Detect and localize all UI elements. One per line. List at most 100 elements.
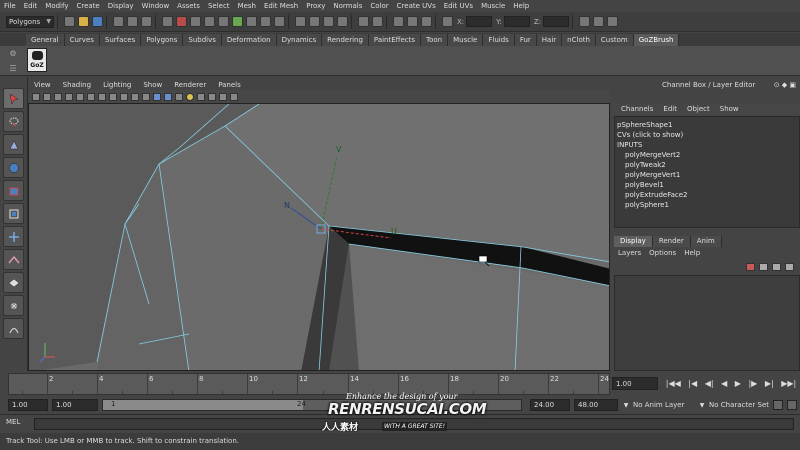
input-node[interactable]: polyExtrudeFace2: [617, 190, 797, 200]
anim-prefs-button[interactable]: [787, 400, 798, 410]
shadows-icon[interactable]: [197, 92, 205, 101]
shelf-tab-gozbrush[interactable]: GoZBrush: [633, 34, 680, 46]
wireframe-icon[interactable]: [142, 92, 150, 101]
safe-action-icon[interactable]: [131, 92, 139, 101]
playback-end-field[interactable]: 24.00: [530, 399, 570, 411]
use-all-lights-icon[interactable]: [186, 92, 194, 101]
new-layer-selected-icon[interactable]: [759, 263, 768, 271]
layer-menu-layers[interactable]: Layers: [614, 249, 645, 257]
menu-file[interactable]: File: [0, 2, 20, 10]
history-icon[interactable]: [372, 16, 383, 27]
shelf-tab-general[interactable]: General: [26, 34, 65, 46]
y-coord-field[interactable]: Y:: [496, 16, 530, 27]
snap-curve-icon[interactable]: [309, 16, 320, 27]
menu-edit-uvs[interactable]: Edit UVs: [440, 2, 477, 10]
range-slider[interactable]: 1 24: [102, 399, 522, 411]
paint-select-tool-icon[interactable]: [3, 134, 24, 155]
menu-mesh[interactable]: Mesh: [234, 2, 260, 10]
play-forward-icon[interactable]: ▶: [735, 379, 741, 388]
input-node[interactable]: polyTweak2: [617, 160, 797, 170]
input-node[interactable]: polyMergeVert1: [617, 170, 797, 180]
go-to-end-icon[interactable]: ▶▶|: [781, 379, 796, 388]
toggle-channel-box-icon[interactable]: [607, 16, 619, 27]
start-time-field[interactable]: 1.00: [8, 399, 48, 411]
layer-tab-anim[interactable]: Anim: [690, 236, 722, 247]
image-plane-icon[interactable]: [65, 92, 73, 101]
menu-edit-mesh[interactable]: Edit Mesh: [260, 2, 302, 10]
snap-plane-icon[interactable]: [337, 16, 348, 27]
field-chart-icon[interactable]: [120, 92, 128, 101]
shelf-tab-curves[interactable]: Curves: [64, 34, 100, 46]
wireframe-on-shaded-icon[interactable]: [164, 92, 172, 101]
new-scene-icon[interactable]: [64, 16, 75, 27]
shelf-tab-painteffects[interactable]: PaintEffects: [368, 34, 422, 46]
select-surfaces-icon[interactable]: [218, 16, 229, 27]
menu-create[interactable]: Create: [72, 2, 103, 10]
soft-mod-tool-icon[interactable]: [3, 249, 24, 270]
save-scene-icon[interactable]: [92, 16, 103, 27]
xray-joints-icon[interactable]: [230, 92, 238, 101]
z-input[interactable]: [543, 16, 570, 27]
layer-options-icon[interactable]: [772, 263, 781, 271]
range-slider-handle[interactable]: [103, 400, 303, 410]
transform-mode-icon[interactable]: [442, 16, 453, 27]
channelbox-window-controls[interactable]: ⊙ ◆ ▣: [774, 81, 796, 89]
select-joints-icon[interactable]: [190, 16, 201, 27]
channelbox-menu-channels[interactable]: Channels: [616, 105, 658, 113]
auto-key-toggle[interactable]: [773, 400, 784, 410]
step-forward-icon[interactable]: ▶|: [765, 379, 774, 388]
input-node[interactable]: polySphere1: [617, 200, 797, 210]
z-coord-field[interactable]: Z:: [534, 16, 570, 27]
channelbox-menu-object[interactable]: Object: [682, 105, 715, 113]
perspective-viewport[interactable]: V U N: [28, 103, 610, 371]
select-component-icon[interactable]: [141, 16, 152, 27]
shelf-tab-muscle[interactable]: Muscle: [448, 34, 484, 46]
panel-menu-panels[interactable]: Panels: [212, 81, 247, 89]
track-tool-icon[interactable]: [3, 318, 24, 339]
layer-menu-help[interactable]: Help: [680, 249, 704, 257]
move-tool-icon[interactable]: [3, 157, 24, 178]
panel-menu-renderer[interactable]: Renderer: [168, 81, 212, 89]
layer-tab-display[interactable]: Display: [614, 236, 653, 247]
isolate-select-icon[interactable]: [208, 92, 216, 101]
shelf-tab-surfaces[interactable]: Surfaces: [99, 34, 142, 46]
camera-attributes-icon[interactable]: [43, 92, 51, 101]
channelbox-menu-show[interactable]: Show: [715, 105, 744, 113]
shelf-tab-ncloth[interactable]: nCloth: [562, 34, 596, 46]
snap-point-icon[interactable]: [323, 16, 334, 27]
shelf-tab-toon[interactable]: Toon: [421, 34, 449, 46]
menu-display[interactable]: Display: [104, 2, 138, 10]
scale-tool-icon[interactable]: [3, 203, 24, 224]
layer-tab-render[interactable]: Render: [652, 236, 691, 247]
character-set-dropdown[interactable]: ▼ No Character Set: [698, 399, 798, 411]
panel-menu-shading[interactable]: Shading: [57, 81, 97, 89]
film-gate-icon[interactable]: [87, 92, 95, 101]
shelf-tab-fur[interactable]: Fur: [514, 34, 537, 46]
snap-grid-icon[interactable]: [295, 16, 306, 27]
ipr-render-icon[interactable]: [407, 16, 418, 27]
menu-muscle[interactable]: Muscle: [477, 2, 509, 10]
menu-assets[interactable]: Assets: [173, 2, 204, 10]
select-deformations-icon[interactable]: [232, 16, 243, 27]
shelf-tab-fluids[interactable]: Fluids: [483, 34, 515, 46]
smooth-shade-icon[interactable]: [153, 92, 161, 101]
select-handles-icon[interactable]: [176, 16, 187, 27]
end-time-field[interactable]: 48.00: [574, 399, 618, 411]
y-input[interactable]: [503, 16, 530, 27]
shelf-tab-hair[interactable]: Hair: [536, 34, 563, 46]
grid-icon[interactable]: [76, 92, 84, 101]
select-rendering-icon[interactable]: [260, 16, 271, 27]
layer-list[interactable]: [614, 275, 800, 371]
input-node[interactable]: polyBevel1: [617, 180, 797, 190]
go-to-start-icon[interactable]: |◀◀: [666, 379, 681, 388]
select-curves-icon[interactable]: [204, 16, 215, 27]
menu-help[interactable]: Help: [509, 2, 533, 10]
input-node[interactable]: polyMergeVert2: [617, 150, 797, 160]
panel-menu-show[interactable]: Show: [137, 81, 168, 89]
rotate-tool-icon[interactable]: [3, 180, 24, 201]
goz-button[interactable]: GoZ: [27, 48, 47, 72]
shelf-tab-polygons[interactable]: Polygons: [141, 34, 184, 46]
select-camera-icon[interactable]: [32, 92, 40, 101]
menu-create-uvs[interactable]: Create UVs: [393, 2, 440, 10]
anim-layer-dropdown[interactable]: ▼ No Anim Layer: [622, 399, 685, 411]
